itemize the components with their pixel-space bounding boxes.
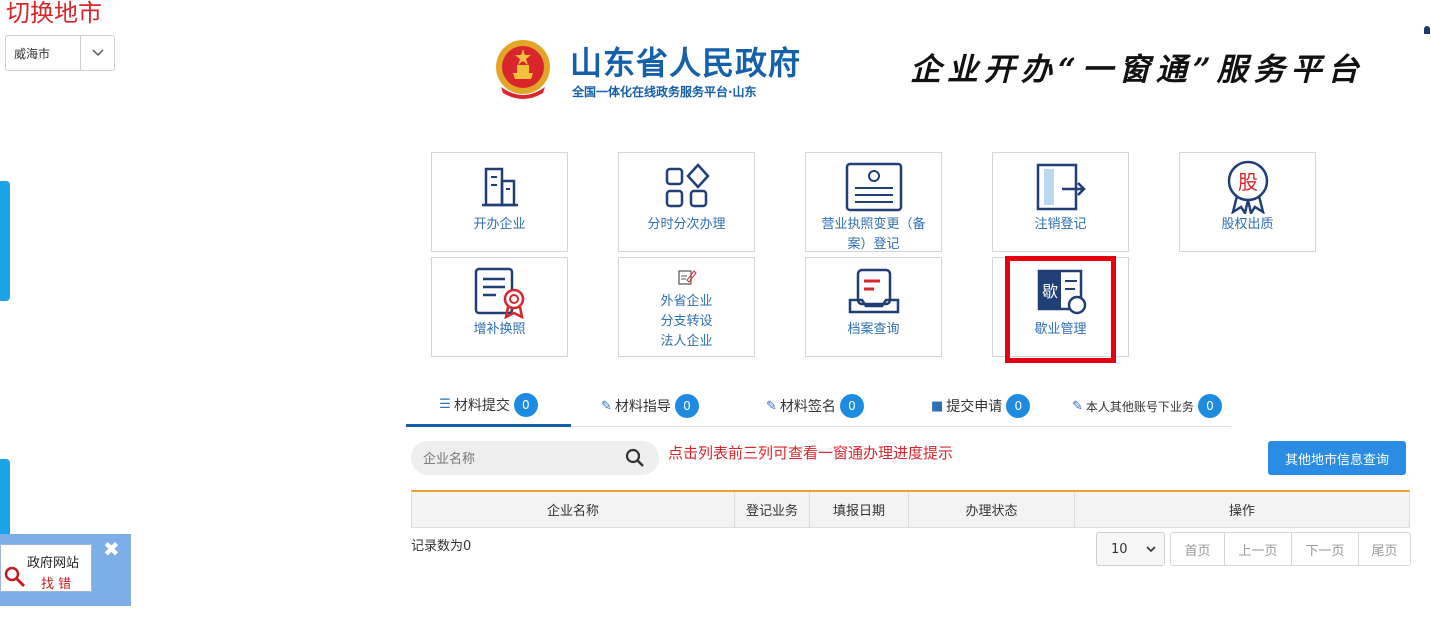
grid-apps-icon (619, 161, 754, 213)
tile-deregistration[interactable]: 注销登记 (992, 152, 1129, 252)
city-select-value: 威海市 (14, 46, 51, 61)
next-page-button[interactable]: 下一页 (1292, 533, 1359, 565)
column-header-fill-date[interactable]: 填报日期 (810, 492, 909, 527)
pagination: 首页 上一页 下一页 尾页 (1170, 532, 1411, 566)
chevron-down-icon[interactable] (80, 36, 114, 70)
equity-badge-icon: 股 (1180, 160, 1315, 214)
tab-count-badge: 0 (513, 392, 538, 417)
company-name-search-input[interactable] (423, 448, 613, 468)
tab-label: 材料提交 (453, 397, 510, 414)
edit-icon: ✎ (766, 398, 777, 414)
tile-label: 档案查询 (847, 322, 900, 337)
progress-hint-text: 点击列表前三列可查看一窗通办理进度提示 (668, 444, 954, 462)
gov-title: 山东省人民政府 (570, 44, 802, 82)
building-icon (432, 161, 567, 213)
side-float-tab-top[interactable] (0, 181, 10, 301)
column-header-actions: 操作 (1228, 504, 1255, 519)
feedback-line2: 找 错 (41, 577, 72, 592)
tile-equity-pledge[interactable]: 股 股权出质 (1179, 152, 1316, 252)
briefcase-icon: ■ (931, 398, 944, 414)
tab-count-badge: 0 (839, 394, 864, 418)
user-icon[interactable] (1424, 26, 1430, 34)
tab-material-sign[interactable]: ✎ 材料签名 0 (766, 385, 864, 427)
city-select[interactable]: 威海市 (5, 35, 115, 71)
tab-submit-application[interactable]: ■ 提交申请 0 (931, 385, 1031, 427)
tile-phased-handling[interactable]: 分时分次办理 (618, 152, 755, 252)
tile-label: 开办企业 (473, 217, 526, 232)
list-icon: ☰ (439, 397, 451, 412)
tab-count-badge: 0 (674, 394, 699, 418)
business-table-header: 企业名称 登记业务 填报日期 办理状态 操作 (411, 490, 1410, 528)
gov-site-feedback-widget[interactable]: 政府网站 找 错 ✖ (0, 534, 131, 606)
archive-tray-icon (806, 266, 941, 318)
tile-archive-query[interactable]: 档案查询 (805, 257, 942, 357)
search-icon[interactable] (625, 448, 645, 472)
tab-material-guide[interactable]: ✎ 材料指导 0 (601, 385, 699, 427)
tab-count-badge: 0 (1197, 394, 1222, 418)
equity-char: 股 (1238, 170, 1258, 194)
edit-note-icon (619, 262, 754, 292)
column-header-company-name[interactable]: 企业名称 (412, 492, 735, 527)
tab-label: 提交申请 (946, 399, 1003, 415)
close-icon[interactable]: ✖ (103, 539, 120, 559)
license-card-icon (806, 161, 941, 213)
tile-open-company[interactable]: 开办企业 (431, 152, 568, 252)
tab-material-submit[interactable]: ☰ 材料提交 0 (406, 385, 571, 427)
edit-icon: ✎ (601, 398, 612, 414)
company-search (411, 441, 659, 475)
page-size-value: 10 (1111, 541, 1128, 557)
chevron-down-icon (1146, 545, 1156, 552)
highlight-box (1005, 256, 1116, 363)
tile-license-change[interactable]: 营业执照变更（备案）登记 (805, 152, 942, 252)
feedback-line1: 政府网站 (27, 556, 80, 571)
other-city-query-button[interactable]: 其他地市信息查询 (1268, 441, 1406, 475)
tile-label: 增补换照 (473, 322, 526, 337)
feedback-box[interactable]: 政府网站 找 错 (0, 544, 92, 592)
tab-label: 本人其他账号下业务 (1085, 399, 1194, 414)
national-emblem-logo (493, 37, 553, 103)
tile-label: 营业执照变更（备案）登记 (821, 217, 926, 252)
tab-label: 材料指导 (614, 399, 671, 415)
tile-label: 分时分次办理 (647, 217, 726, 232)
certificate-icon (432, 266, 567, 319)
tile-license-replace[interactable]: 增补换照 (431, 257, 568, 357)
platform-title: 企业开办“一窗通”服务平台 (910, 52, 1365, 88)
column-header-registration[interactable]: 登记业务 (735, 492, 810, 527)
tile-label: 注销登记 (1034, 217, 1087, 232)
prev-page-button[interactable]: 上一页 (1225, 533, 1292, 565)
page-size-select[interactable]: 10 (1096, 532, 1165, 566)
exit-document-icon (993, 161, 1128, 213)
tab-label: 材料签名 (779, 399, 836, 415)
tile-label: 股权出质 (1221, 217, 1274, 232)
business-tabs: ☰ 材料提交 0 ✎ 材料指导 0 ✎ 材料签名 0 ■ 提交申请 0 ✎ 本人… (406, 385, 1231, 427)
tile-label: 外省企业 分支转设 法人企业 (660, 294, 713, 349)
city-switch-title: 切换地市 (6, 0, 102, 27)
magnifier-icon (3, 565, 27, 593)
gov-subtitle: 全国一体化在线政务服务平台·山东 (572, 85, 757, 99)
tab-count-badge: 0 (1006, 394, 1031, 418)
first-page-button[interactable]: 首页 (1171, 533, 1225, 565)
last-page-button[interactable]: 尾页 (1359, 533, 1410, 565)
tab-other-account-business[interactable]: ✎ 本人其他账号下业务 0 (1072, 385, 1222, 427)
tile-branch-conversion[interactable]: 外省企业 分支转设 法人企业 (618, 257, 755, 357)
record-count: 记录数为0 (411, 539, 472, 554)
edit-icon: ✎ (1072, 398, 1083, 414)
column-header-status[interactable]: 办理状态 (909, 492, 1075, 527)
